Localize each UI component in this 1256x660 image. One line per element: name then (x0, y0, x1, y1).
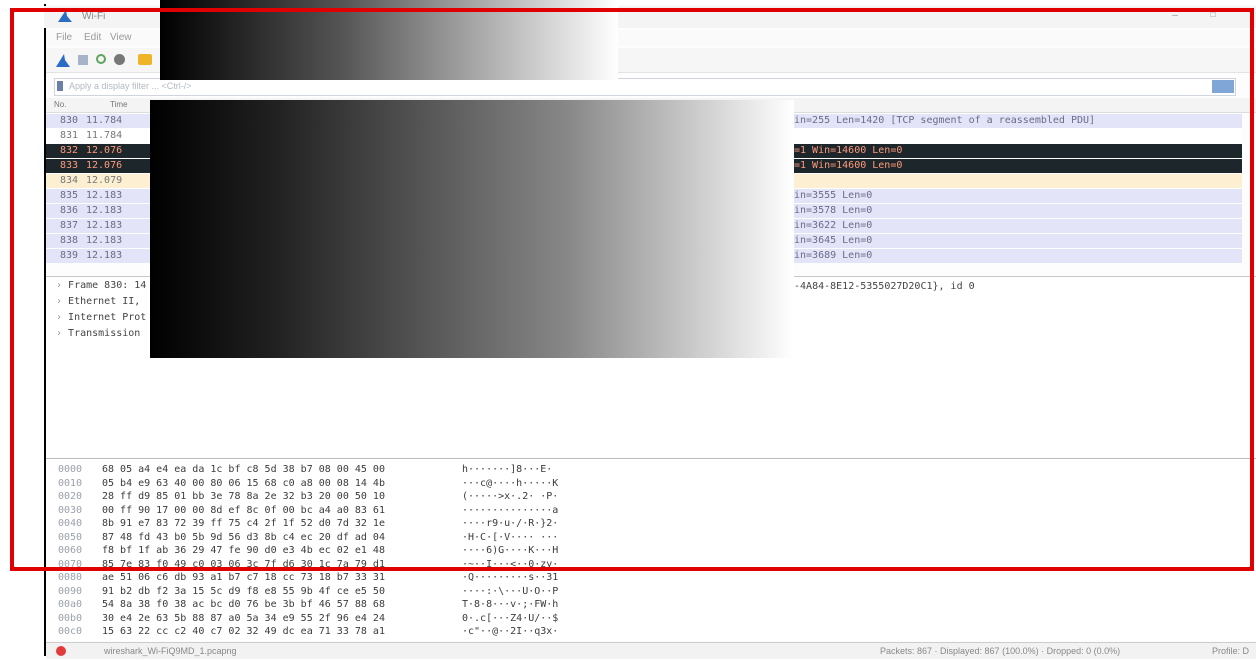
hex-offset: 0080 (58, 572, 83, 583)
packet-counts: Packets: 867 · Displayed: 867 (100.0%) ·… (880, 646, 1121, 656)
hex-offset: 00c0 (58, 626, 83, 637)
hex-line[interactable]: 00a0 54 8a 38 f0 38 ac bc d0 76 be 3b bf … (58, 598, 558, 612)
hex-ascii: 0·.c[···Z4·U/··$ (462, 612, 559, 624)
hex-line[interactable]: 0090 91 b2 db f2 3a 15 5c d9 f8 e8 55 9b … (58, 585, 558, 599)
hex-ascii: ·Q·········s··31 (462, 572, 559, 583)
hex-offset: 0090 (58, 585, 83, 597)
hex-line[interactable]: 0080 ae 51 06 c6 db 93 a1 b7 c7 18 cc 73 … (58, 571, 558, 585)
hex-bytes: 30 e4 2e 63 5b 88 87 a0 5a 34 e9 55 2f 9… (102, 612, 385, 624)
highlight-rectangle (10, 8, 1254, 571)
hex-line[interactable]: 00c0 15 63 22 cc c2 40 c7 02 32 49 dc ea … (58, 625, 558, 639)
profile-label[interactable]: Profile: D (1212, 646, 1249, 656)
capture-file-name: wireshark_Wi-FiQ9MD_1.pcapng (104, 646, 237, 656)
hex-ascii: ·c"··@··2I··q3x· (462, 626, 559, 637)
hex-offset: 00a0 (58, 599, 83, 610)
hex-bytes: 91 b2 db f2 3a 15 5c d9 f8 e8 55 9b 4f c… (102, 585, 385, 597)
hex-ascii: T·8·8···v·;·FW·h (462, 599, 559, 610)
hex-bytes: ae 51 06 c6 db 93 a1 b7 c7 18 cc 73 18 b… (102, 572, 385, 583)
hex-bytes: 54 8a 38 f0 38 ac bc d0 76 be 3b bf 46 5… (102, 599, 385, 610)
hex-offset: 00b0 (58, 612, 83, 624)
status-bar: wireshark_Wi-FiQ9MD_1.pcapng Packets: 86… (46, 642, 1256, 659)
hex-line[interactable]: 00b0 30 e4 2e 63 5b 88 87 a0 5a 34 e9 55 … (58, 612, 558, 626)
expert-info-icon[interactable] (56, 646, 66, 656)
hex-ascii: ····:·\···U·O··P (462, 585, 559, 597)
hex-bytes: 15 63 22 cc c2 40 c7 02 32 49 dc ea 71 3… (102, 626, 385, 637)
